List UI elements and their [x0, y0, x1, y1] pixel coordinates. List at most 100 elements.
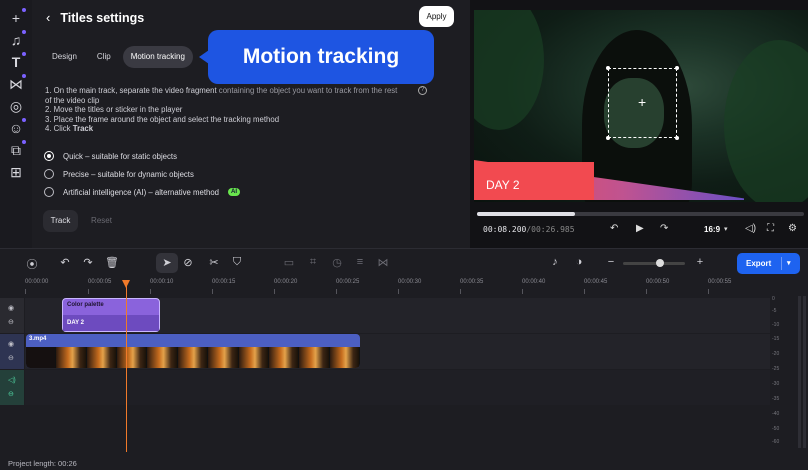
link-icon[interactable]: ⊖: [8, 318, 14, 326]
panel-title: Titles settings: [60, 10, 145, 25]
instructions: 1. On the main track, separate the video…: [45, 86, 398, 134]
playhead-handle[interactable]: [122, 280, 130, 288]
ruler-tick: 00:00:05: [88, 279, 112, 294]
adjust-icon[interactable]: ≡: [352, 256, 368, 268]
ruler-tick: 00:00:50: [646, 279, 670, 294]
audio-level-meter: 0 -5 -10 -15 -20 -25 -30 -35 -40 -50 -60: [770, 296, 808, 456]
option-ai[interactable]: Artificial intelligence (AI) – alternati…: [44, 187, 241, 197]
radio-quick[interactable]: [44, 151, 54, 161]
option-quick[interactable]: Quick – suitable for static objects: [44, 151, 177, 161]
timeline-toolbar: ⦿ ↶ ↷ 🗑 ➤ ⊘ ✂ ⛉ ▭ ⌗ ◷ ≡ ⋈ ♪ ◑ − + Export…: [0, 248, 808, 276]
tab-clip[interactable]: Clip: [89, 46, 119, 68]
motion-tracking-callout: Motion tracking: [199, 30, 434, 84]
link-icon[interactable]: ⊖: [8, 354, 14, 362]
video-thumbnails: [26, 347, 360, 368]
play-icon[interactable]: ▶: [636, 223, 644, 234]
zoom-slider[interactable]: [623, 259, 685, 267]
apply-button[interactable]: Apply: [419, 6, 454, 27]
title-track-controls: ◉ ⊖: [0, 298, 24, 333]
more-tools-icon[interactable]: ⊞: [8, 164, 24, 180]
redo-step-icon[interactable]: ↷: [660, 223, 668, 234]
transition-icon[interactable]: ⋈: [375, 256, 391, 269]
ripple-icon[interactable]: ⊘: [180, 256, 196, 269]
zoom-slider-knob[interactable]: [656, 259, 665, 267]
help-icon[interactable]: ?: [418, 86, 427, 95]
filters-icon[interactable]: ◎: [8, 98, 24, 114]
music-icon[interactable]: ♫: [8, 30, 26, 48]
tab-motion-tracking[interactable]: Motion tracking: [122, 46, 193, 68]
move-crosshair-icon[interactable]: +: [638, 94, 646, 110]
playhead[interactable]: [122, 280, 130, 452]
export-tools-icon[interactable]: ⧉: [8, 140, 26, 158]
tracking-frame[interactable]: +: [606, 66, 679, 140]
ruler-tick: 00:00:15: [212, 279, 236, 294]
add-media-icon[interactable]: +: [8, 8, 26, 26]
video-track-controls: ◉ ⊖: [0, 334, 24, 369]
title-clip[interactable]: Color palette DAY 2: [62, 298, 160, 332]
aspect-ratio-select[interactable]: 16:9: [704, 225, 720, 234]
frame-handle[interactable]: [675, 66, 679, 70]
speaker-icon[interactable]: ◁): [8, 376, 16, 384]
scissors-icon[interactable]: ✂: [206, 256, 222, 269]
ruler-tick: 00:00:00: [25, 279, 49, 294]
eye-icon[interactable]: ◉: [8, 304, 14, 312]
option-precise[interactable]: Precise – suitable for dynamic objects: [44, 169, 194, 179]
trash-icon[interactable]: 🗑: [104, 256, 120, 269]
shield-icon[interactable]: ⛉: [229, 256, 245, 269]
ruler-tick: 00:00:55: [708, 279, 732, 294]
record-icon[interactable]: ⦿: [24, 256, 40, 272]
gear-icon[interactable]: ⚙: [788, 223, 797, 234]
audio-track[interactable]: [25, 370, 770, 405]
speed-icon[interactable]: ◷: [329, 256, 345, 269]
frame-handle[interactable]: [675, 136, 679, 140]
text-icon[interactable]: T: [8, 52, 26, 70]
ruler-tick: 00:00:45: [584, 279, 608, 294]
snap-icon[interactable]: ◑: [571, 256, 587, 268]
undo-icon[interactable]: ↶: [57, 256, 73, 269]
ratio-chevron-icon[interactable]: ▾: [724, 225, 728, 233]
select-pointer-icon[interactable]: ➤: [159, 256, 175, 269]
video-clip[interactable]: 3.mp4: [26, 334, 360, 368]
ruler-tick: 00:00:10: [150, 279, 174, 294]
frame-handle[interactable]: [606, 136, 610, 140]
tool-rail: + ♫ T ⋈ ◎ ☺ ⧉ ⊞: [0, 0, 32, 248]
ruler-tick: 00:00:40: [522, 279, 546, 294]
audio-icon[interactable]: ♪: [547, 256, 563, 268]
zoom-in-icon[interactable]: +: [692, 256, 708, 268]
titles-settings-panel: ‹ Titles settings Apply Design Clip Moti…: [32, 0, 470, 248]
crop-icon[interactable]: ⌗: [305, 256, 321, 269]
undo-step-icon[interactable]: ↶: [610, 223, 618, 234]
project-length: Project length: 00:26: [8, 459, 77, 468]
export-button[interactable]: Export ▾: [737, 253, 800, 274]
caption-icon[interactable]: ▭: [281, 256, 297, 269]
ruler-tick: 00:00:35: [460, 279, 484, 294]
settings-tabs: Design Clip Motion tracking: [44, 46, 193, 68]
preview-panel: + DAY 2 00:08.200/00:26.985 ↶ ▶ ↷ 16:9 ▾…: [470, 0, 808, 248]
ruler-tick: 00:00:30: [398, 279, 422, 294]
stickers-icon[interactable]: ☺: [8, 118, 26, 136]
video-editor-app: + ♫ T ⋈ ◎ ☺ ⧉ ⊞ ‹ Titles settings Apply …: [0, 0, 808, 470]
ai-badge: AI: [228, 188, 241, 196]
eye-icon[interactable]: ◉: [8, 340, 14, 348]
transitions-icon[interactable]: ⋈: [8, 74, 26, 92]
audio-track-controls: ◁) ⊖: [0, 370, 24, 405]
empty-track-area[interactable]: [25, 406, 770, 452]
redo-icon[interactable]: ↷: [80, 256, 96, 269]
reset-button[interactable]: Reset: [84, 210, 119, 232]
radio-ai[interactable]: [44, 187, 54, 197]
video-preview[interactable]: + DAY 2: [474, 10, 808, 202]
volume-icon[interactable]: ◁): [745, 223, 756, 234]
fullscreen-icon[interactable]: ⛶: [767, 223, 774, 234]
title-banner-text: DAY 2: [486, 178, 520, 192]
frame-handle[interactable]: [606, 66, 610, 70]
mute-icon[interactable]: ⊖: [8, 390, 14, 398]
ruler-tick: 00:00:25: [336, 279, 360, 294]
tab-design[interactable]: Design: [44, 46, 85, 68]
back-chevron-icon[interactable]: ‹: [46, 10, 50, 25]
zoom-out-icon[interactable]: −: [603, 256, 619, 268]
preview-scrubber[interactable]: [477, 212, 804, 216]
export-chevron-icon[interactable]: ▾: [787, 253, 791, 274]
ruler-tick: 00:00:20: [274, 279, 298, 294]
radio-precise[interactable]: [44, 169, 54, 179]
track-button[interactable]: Track: [43, 210, 78, 232]
